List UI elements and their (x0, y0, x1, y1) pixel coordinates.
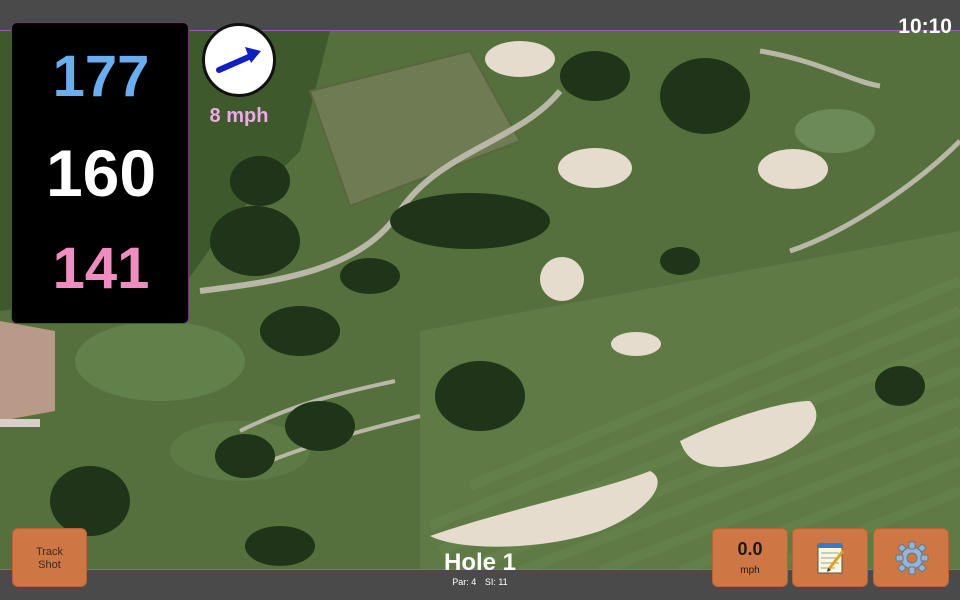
track-shot-label-line1: Track (35, 546, 64, 558)
wind-speed-value: 0.0 (737, 539, 763, 559)
wind-speed-button[interactable]: 0.0 mph (712, 528, 788, 587)
track-shot-button[interactable]: Track Shot (12, 528, 87, 587)
wind-speed-label: 8 mph (209, 105, 269, 127)
back-distance: 177 (52, 44, 150, 109)
settings-button[interactable] (873, 528, 949, 587)
wind-direction-indicator (202, 23, 276, 97)
hole-par: Par: 4 (452, 577, 477, 587)
gear-icon (895, 541, 929, 575)
wind-speed-unit: mph (740, 565, 760, 576)
hole-title: Hole 1 (443, 549, 517, 576)
arrow-icon (216, 47, 261, 73)
front-distance: 141 (52, 236, 150, 301)
track-shot-label-line2: Shot (38, 559, 61, 571)
middle-distance: 160 (45, 136, 157, 210)
notepad-icon (817, 543, 845, 574)
hole-info: Par: 4 SI: 11 (400, 577, 560, 587)
notes-button[interactable] (792, 528, 868, 587)
hole-stroke-index: SI: 11 (484, 577, 508, 587)
distance-panel: 177 160 141 (11, 22, 189, 324)
clock: 10:10 (898, 15, 952, 38)
